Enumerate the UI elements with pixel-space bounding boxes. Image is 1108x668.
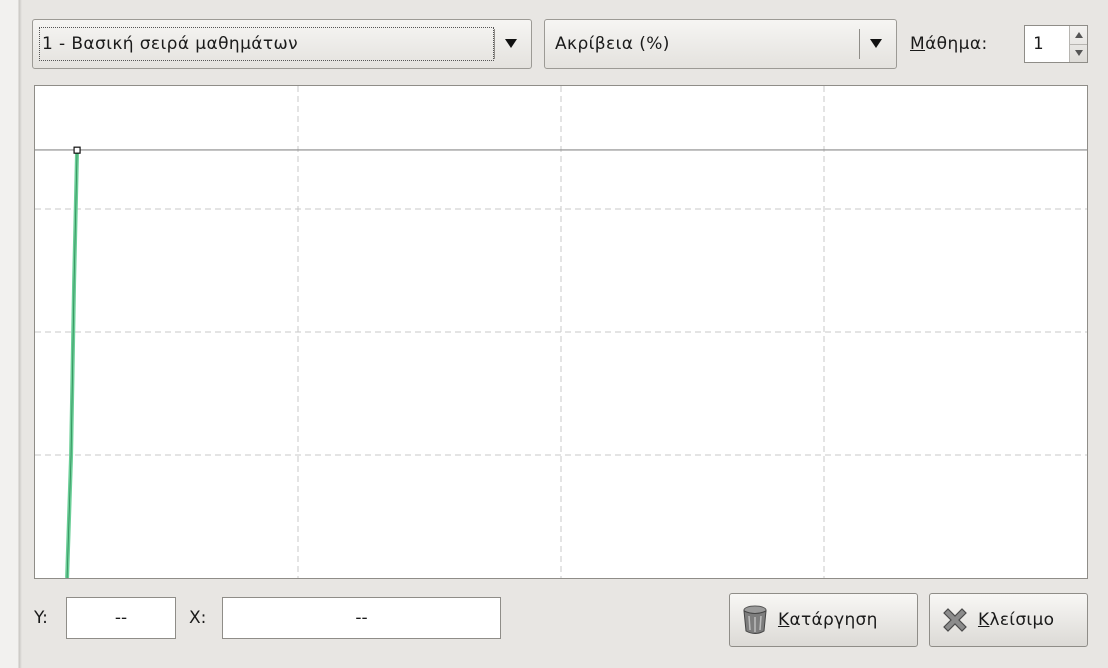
chart-area[interactable] <box>34 85 1088 579</box>
y-readout-field: -- <box>66 597 176 639</box>
data-point <box>73 146 81 154</box>
lesson-label: Μάθημα: <box>910 34 988 54</box>
close-button-rest: λείσιμο <box>989 610 1055 630</box>
series-select-value: 1 - Βασική σειρά μαθημάτων <box>42 34 299 54</box>
clear-button[interactable]: Κατάργηση <box>729 593 918 647</box>
series-select[interactable]: 1 - Βασική σειρά μαθημάτων <box>32 19 532 69</box>
x-readout-field: -- <box>222 597 501 639</box>
spin-down-icon[interactable] <box>1070 43 1087 63</box>
x-readout-label: X: <box>189 608 207 628</box>
chart-svg <box>35 86 1087 578</box>
combo-divider <box>859 29 860 59</box>
trash-can-icon <box>740 605 770 635</box>
x-readout-value: -- <box>355 608 368 628</box>
combo-divider <box>494 29 495 59</box>
metric-select-value: Ακρίβεια (%) <box>555 34 670 54</box>
lesson-spinner-buttons <box>1069 26 1087 62</box>
clear-button-rest: ατάργηση <box>789 610 878 630</box>
lesson-spinner-value[interactable]: 1 <box>1025 26 1069 62</box>
lesson-spinner[interactable]: 1 <box>1024 25 1088 63</box>
clear-button-mnemonic: Κ <box>778 610 790 630</box>
series-select-focus: 1 - Βασική σειρά μαθημάτων <box>39 27 494 61</box>
lesson-label-mnemonic: Μ <box>910 34 926 54</box>
spin-up-icon[interactable] <box>1070 26 1087 44</box>
y-readout-label: Y: <box>34 608 48 628</box>
metric-select[interactable]: Ακρίβεια (%) <box>544 19 897 69</box>
triangle-down-icon[interactable] <box>501 34 521 54</box>
close-button-mnemonic: Κ <box>978 610 990 630</box>
window-edge <box>0 0 22 668</box>
close-button-label: Κλείσιμο <box>978 610 1054 630</box>
close-button[interactable]: Κλείσιμο <box>929 593 1088 647</box>
lesson-label-rest: άθημα: <box>925 34 988 54</box>
close-x-icon <box>940 605 970 635</box>
y-readout-value: -- <box>114 608 128 628</box>
triangle-down-icon[interactable] <box>866 34 886 54</box>
clear-button-label: Κατάργηση <box>778 610 878 630</box>
